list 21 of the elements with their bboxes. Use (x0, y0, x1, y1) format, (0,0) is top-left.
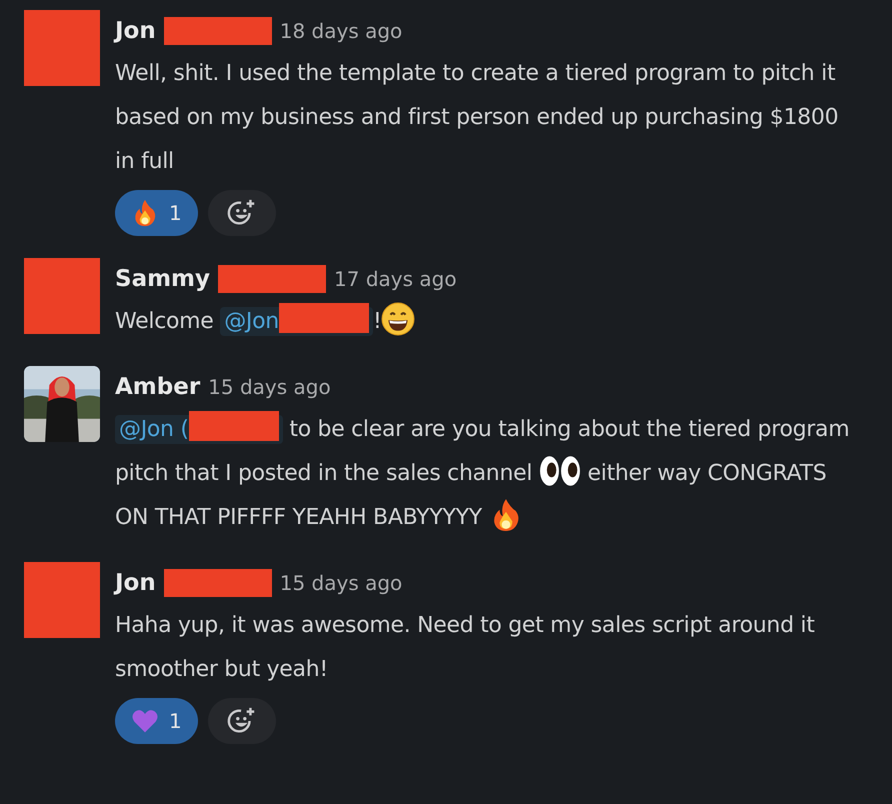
author-name[interactable]: Jon (115, 570, 156, 596)
reaction-count: 1 (169, 201, 182, 225)
author-name[interactable]: Sammy (115, 266, 210, 292)
add-reaction-button[interactable] (208, 190, 276, 236)
timestamp[interactable]: 15 days ago (208, 375, 331, 399)
author-name[interactable]: Amber (115, 374, 200, 400)
timestamp[interactable]: 17 days ago (334, 267, 457, 291)
heart-icon (131, 707, 159, 735)
reaction-count: 1 (169, 709, 182, 733)
message-text: Haha yup, it was awesome. Need to get my sales script around it smoother but yeah! (115, 612, 816, 684)
eyes-icon (538, 454, 581, 488)
timestamp[interactable]: 18 days ago (280, 19, 402, 43)
timestamp[interactable]: 15 days ago (280, 571, 402, 595)
author-name[interactable]: Jon (115, 18, 156, 44)
grinning-face-icon (381, 302, 416, 336)
message-text: @Jon ( to be clear are you talking about the tiered program pitch that I posted in the sales channel either way CONGRATS ON THAT PIFFFF YEAHH BABYYYYY (115, 408, 855, 540)
reaction-pill[interactable]: 1 (115, 190, 198, 236)
add-reaction-button[interactable] (208, 698, 276, 744)
reaction-pill[interactable]: 1 (115, 698, 198, 744)
message-text: Well, shit. I used the template to create a tiered program to pitch it based on my business and first person ended up purchasing $1800 in full (115, 60, 840, 176)
message-text: Welcome @Jon ! (115, 300, 855, 344)
